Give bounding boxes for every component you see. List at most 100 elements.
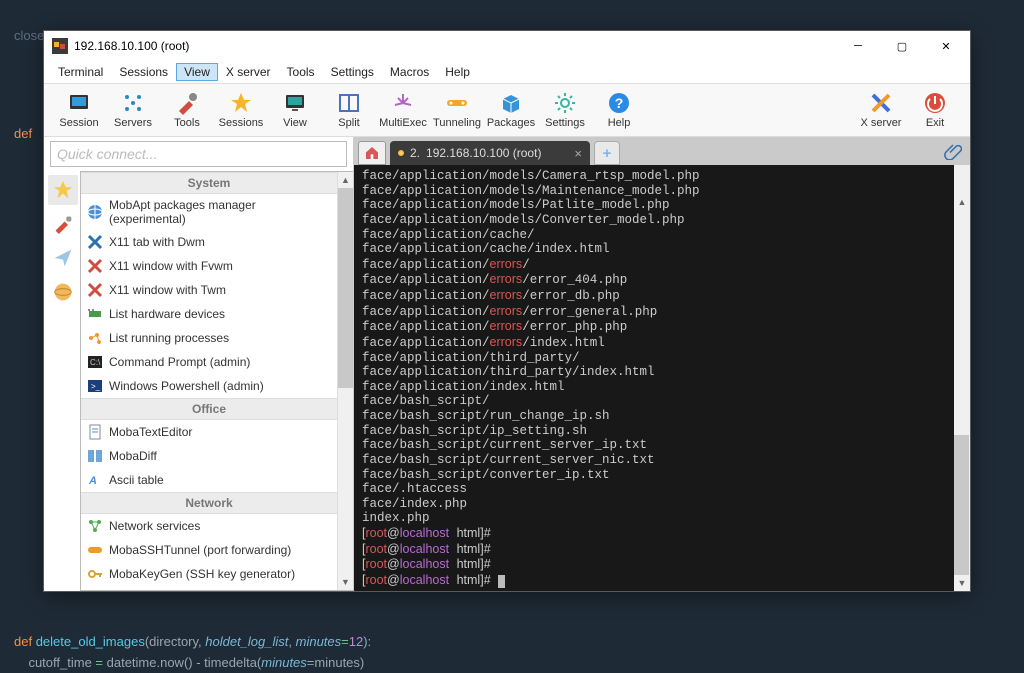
tab-status-icon bbox=[398, 150, 404, 156]
panel-item[interactable]: MobaDiff bbox=[81, 444, 337, 468]
sessions-icon bbox=[229, 91, 253, 115]
panel-item[interactable]: X11 window with Fvwm bbox=[81, 254, 337, 278]
proc-icon bbox=[87, 330, 103, 346]
toolbar-xserver[interactable]: X server bbox=[854, 89, 908, 131]
panel-item[interactable]: List open network ports bbox=[81, 586, 337, 591]
titlebar[interactable]: 192.168.10.100 (root) ─ ▢ ✕ bbox=[44, 31, 970, 61]
servers-icon bbox=[121, 91, 145, 115]
menu-terminal[interactable]: Terminal bbox=[50, 63, 111, 81]
panel-item[interactable]: MobaTextEditor bbox=[81, 420, 337, 444]
panel-item[interactable]: C:\ Command Prompt (admin) bbox=[81, 350, 337, 374]
tunneling-icon bbox=[445, 91, 469, 115]
item-label: Command Prompt (admin) bbox=[109, 355, 250, 369]
close-button[interactable]: ✕ bbox=[924, 31, 968, 61]
diff-icon bbox=[87, 448, 103, 464]
svg-text:?: ? bbox=[615, 95, 624, 111]
toolbar-sessions[interactable]: Sessions bbox=[214, 89, 268, 131]
toolbar: SessionServersToolsSessionsViewSplitMult… bbox=[44, 83, 970, 137]
panel-item[interactable]: X11 window with Twm bbox=[81, 278, 337, 302]
minimize-button[interactable]: ─ bbox=[836, 31, 880, 61]
item-label: Network services bbox=[109, 519, 200, 533]
menu-sessions[interactable]: Sessions bbox=[111, 63, 176, 81]
chip-icon bbox=[87, 306, 103, 322]
toolbar-multiexec[interactable]: MultiExec bbox=[376, 89, 430, 131]
sidebar-tabs bbox=[44, 171, 80, 591]
new-tab-button[interactable]: + bbox=[594, 141, 620, 165]
item-label: Ascii table bbox=[109, 473, 164, 487]
tab-label: 192.168.10.100 (root) bbox=[426, 146, 541, 160]
help-btn-icon: ? bbox=[607, 91, 631, 115]
settings-btn-icon bbox=[553, 91, 577, 115]
window-title: 192.168.10.100 (root) bbox=[74, 39, 836, 53]
panel-item[interactable]: >_ Windows Powershell (admin) bbox=[81, 374, 337, 398]
panel-scrollbar[interactable]: ▲ ▼ bbox=[337, 172, 353, 590]
multiexec-icon bbox=[391, 91, 415, 115]
category-system: System bbox=[81, 172, 337, 194]
tunnel-icon bbox=[87, 542, 103, 558]
sidetab-tools[interactable] bbox=[48, 209, 78, 239]
item-label: MobaKeyGen (SSH key generator) bbox=[109, 567, 295, 581]
sidetab-globe[interactable] bbox=[48, 277, 78, 307]
doc-icon bbox=[87, 424, 103, 440]
toolbar-settings-btn[interactable]: Settings bbox=[538, 89, 592, 131]
tab-index: 2. bbox=[410, 146, 420, 160]
panel-item[interactable]: MobaKeyGen (SSH key generator) bbox=[81, 562, 337, 586]
quick-connect-input[interactable]: Quick connect... bbox=[50, 141, 347, 167]
ports-icon bbox=[87, 590, 103, 591]
svg-text:>_: >_ bbox=[91, 382, 101, 391]
panel-item[interactable]: Network services bbox=[81, 514, 337, 538]
tool-panel: System MobApt packages manager (experimen… bbox=[80, 171, 353, 591]
menu-macros[interactable]: Macros bbox=[382, 63, 437, 81]
category-network: Network bbox=[81, 492, 337, 514]
item-label: Windows Powershell (admin) bbox=[109, 379, 264, 393]
menu-settings[interactable]: Settings bbox=[323, 63, 382, 81]
home-tab[interactable] bbox=[358, 141, 386, 165]
toolbar-packages[interactable]: Packages bbox=[484, 89, 538, 131]
toolbar-exit[interactable]: Exit bbox=[908, 89, 962, 131]
menu-view[interactable]: View bbox=[176, 63, 218, 81]
toolbar-servers[interactable]: Servers bbox=[106, 89, 160, 131]
terminal-tab[interactable]: 2. 192.168.10.100 (root) × bbox=[390, 141, 590, 165]
toolbar-session[interactable]: Session bbox=[52, 89, 106, 131]
item-label: MobaTextEditor bbox=[109, 425, 192, 439]
panel-item[interactable]: MobaSSHTunnel (port forwarding) bbox=[81, 538, 337, 562]
ascii-icon: A bbox=[87, 472, 103, 488]
attachment-icon[interactable] bbox=[940, 137, 966, 165]
cmd-icon: C:\ bbox=[87, 354, 103, 370]
terminal-scrollbar[interactable]: ▲ ▼ bbox=[954, 165, 970, 591]
toolbar-split[interactable]: Split bbox=[322, 89, 376, 131]
panel-item[interactable]: X11 tab with Dwm bbox=[81, 230, 337, 254]
x-blue-icon bbox=[87, 234, 103, 250]
item-label: MobaDiff bbox=[109, 449, 157, 463]
sidetab-send[interactable] bbox=[48, 243, 78, 273]
app-window: 192.168.10.100 (root) ─ ▢ ✕ TerminalSess… bbox=[43, 30, 971, 592]
menubar: TerminalSessionsViewX serverToolsSetting… bbox=[44, 61, 970, 83]
panel-item[interactable]: List running processes bbox=[81, 326, 337, 350]
menu-tools[interactable]: Tools bbox=[279, 63, 323, 81]
sidebar: Quick connect... System MobApt packages m… bbox=[44, 137, 354, 591]
tab-close-icon[interactable]: × bbox=[574, 146, 582, 161]
tools-icon bbox=[175, 91, 199, 115]
x-red-icon bbox=[87, 282, 103, 298]
category-office: Office bbox=[81, 398, 337, 420]
item-label: MobApt packages manager (experimental) bbox=[109, 198, 331, 226]
toolbar-view[interactable]: View bbox=[268, 89, 322, 131]
item-label: MobaSSHTunnel (port forwarding) bbox=[109, 543, 291, 557]
toolbar-help-btn[interactable]: ?Help bbox=[592, 89, 646, 131]
toolbar-tunneling[interactable]: Tunneling bbox=[430, 89, 484, 131]
item-label: X11 tab with Dwm bbox=[109, 235, 205, 249]
panel-item[interactable]: List hardware devices bbox=[81, 302, 337, 326]
menu-help[interactable]: Help bbox=[437, 63, 478, 81]
panel-item[interactable]: MobApt packages manager (experimental) bbox=[81, 194, 337, 230]
panel-item[interactable]: A Ascii table bbox=[81, 468, 337, 492]
maximize-button[interactable]: ▢ bbox=[880, 31, 924, 61]
item-label: List hardware devices bbox=[109, 307, 225, 321]
terminal-tabbar: 2. 192.168.10.100 (root) × + bbox=[354, 137, 970, 165]
item-label: X11 window with Fvwm bbox=[109, 259, 233, 273]
sidetab-favorites[interactable] bbox=[48, 175, 78, 205]
terminal-output[interactable]: face/application/models/Camera_rtsp_mode… bbox=[354, 165, 970, 591]
key-icon bbox=[87, 566, 103, 582]
toolbar-tools[interactable]: Tools bbox=[160, 89, 214, 131]
menu-x-server[interactable]: X server bbox=[218, 63, 279, 81]
exit-icon bbox=[923, 91, 947, 115]
